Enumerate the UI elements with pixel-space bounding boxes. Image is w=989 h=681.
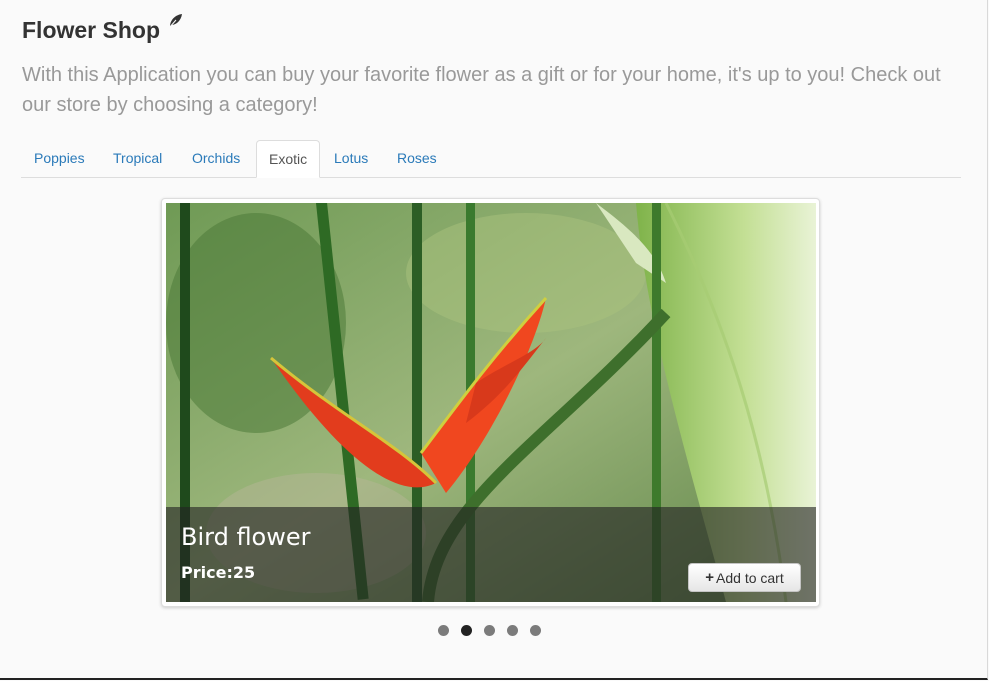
carousel-indicator[interactable] [507, 625, 518, 636]
app-page: Flower Shop With this Application you ca… [0, 0, 988, 680]
product-carousel: Bird flower Price:25 + Add to cart [161, 198, 820, 607]
tab-exotic[interactable]: Exotic [256, 140, 321, 178]
tab-tropical[interactable]: Tropical [101, 140, 174, 176]
product-name: Bird flower [181, 523, 311, 551]
carousel-indicator[interactable] [484, 625, 495, 636]
product-image: Bird flower Price:25 + Add to cart [166, 203, 816, 602]
intro-text: With this Application you can buy your f… [22, 64, 941, 116]
carousel-indicator-active[interactable] [461, 625, 472, 636]
product-caption: Bird flower Price:25 + Add to cart [166, 507, 816, 602]
leaf-icon [167, 13, 183, 29]
carousel-indicator[interactable] [530, 625, 541, 636]
header: Flower Shop [22, 13, 183, 45]
add-to-cart-label: Add to cart [716, 569, 784, 586]
page-title: Flower Shop [22, 17, 160, 43]
tab-roses[interactable]: Roses [385, 140, 449, 176]
tab-lotus[interactable]: Lotus [322, 140, 380, 176]
product-price: Price:25 [181, 563, 256, 582]
carousel-indicator[interactable] [438, 625, 449, 636]
category-tabs: Poppies Tropical Orchids Exotic Lotus Ro… [21, 140, 961, 178]
add-to-cart-button[interactable]: + Add to cart [688, 563, 801, 592]
tab-orchids[interactable]: Orchids [180, 140, 252, 176]
plus-icon: + [705, 569, 715, 586]
tab-poppies[interactable]: Poppies [22, 140, 97, 176]
carousel-indicators [438, 625, 553, 636]
